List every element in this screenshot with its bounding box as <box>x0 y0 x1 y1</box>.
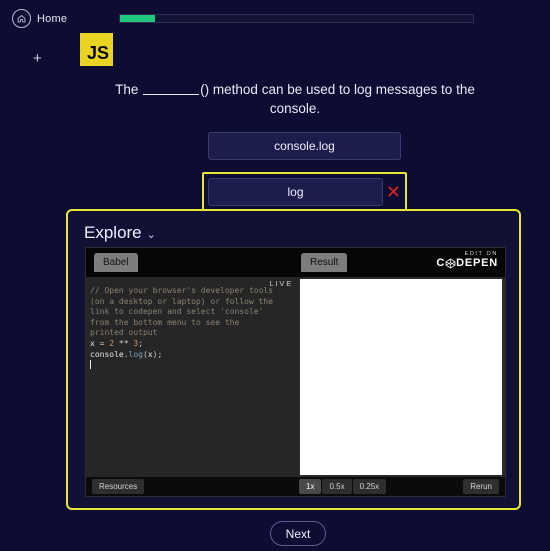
zoom-1x-button[interactable]: 1x <box>299 479 322 494</box>
home-circle-icon <box>12 9 31 28</box>
code-comment-line: // Open your browser's developer tools <box>90 286 274 295</box>
rerun-button[interactable]: Rerun <box>463 479 499 494</box>
home-link[interactable]: Home <box>12 9 67 28</box>
question-text-before: The <box>115 82 143 97</box>
chevron-down-icon: ⌄ <box>146 228 156 241</box>
code-comment-line: from the bottom menu to see the <box>90 317 240 327</box>
codepen-embed: Babel Result EDIT ON C DEPEN LIVE // Ope… <box>85 247 506 497</box>
explore-title-label: Explore <box>84 223 142 242</box>
code-method: log <box>128 349 143 359</box>
codepen-brand-right: DEPEN <box>456 257 498 269</box>
resources-button[interactable]: Resources <box>92 479 145 494</box>
codepen-body: LIVE // Open your browser's developer to… <box>86 277 505 477</box>
live-badge: LIVE <box>269 279 293 288</box>
add-button[interactable]: + <box>33 51 42 66</box>
answer-row[interactable]: console.log <box>202 126 407 166</box>
codepen-header: Babel Result EDIT ON C DEPEN <box>86 248 505 277</box>
zoom-0.25x-button[interactable]: 0.25x <box>352 479 387 494</box>
javascript-badge: JS <box>80 33 113 66</box>
codepen-logo: C DEPEN <box>436 257 498 269</box>
answer-option-1[interactable]: log <box>208 178 383 206</box>
code-operator: ** <box>114 338 134 348</box>
progress-bar-fill <box>120 15 156 22</box>
result-iframe[interactable] <box>300 279 502 475</box>
answer-row[interactable]: log ✕ <box>202 172 407 212</box>
wrong-answer-x-icon: ✕ <box>385 182 401 202</box>
question-blank <box>143 82 200 95</box>
next-button[interactable]: Next <box>270 521 326 546</box>
code-equals: = <box>94 338 110 348</box>
explore-panel: Explore ⌄ Babel Result EDIT ON C DEPEN L… <box>66 209 521 510</box>
question-text: The () method can be used to log message… <box>103 80 487 118</box>
codepen-brand-left: C <box>436 257 446 269</box>
code-semicolon: ; <box>157 349 163 359</box>
code-comment-line: printed output <box>90 328 158 338</box>
question-text-after: () method can be used to log messages to… <box>200 82 475 116</box>
result-preview-pane <box>299 277 505 477</box>
answer-option-0[interactable]: console.log <box>208 132 401 160</box>
top-bar: Home <box>0 0 550 34</box>
home-label: Home <box>37 12 68 25</box>
text-caret <box>90 360 91 370</box>
code-object: console <box>90 349 124 359</box>
zoom-level-group: 1x 0.5x 0.25x <box>299 479 387 494</box>
codepen-hex-icon <box>445 258 456 269</box>
progress-bar <box>119 14 474 23</box>
code-comment-line: link to codepen and select 'console' <box>90 307 264 317</box>
codepen-footer: Resources 1x 0.5x 0.25x Rerun <box>86 477 505 496</box>
quiz-app: Home + JS The () method can be used to l… <box>0 0 550 551</box>
edit-on-codepen-link[interactable]: EDIT ON C DEPEN <box>436 251 498 269</box>
tab-result[interactable]: Result <box>301 253 348 272</box>
zoom-0.5x-button[interactable]: 0.5x <box>322 479 352 494</box>
code-semicolon: ; <box>138 338 144 348</box>
code-editor[interactable]: LIVE // Open your browser's developer to… <box>86 277 299 477</box>
explore-toggle[interactable]: Explore ⌄ <box>84 223 156 243</box>
answer-list: console.log log ✕ <box>202 126 407 218</box>
code-content[interactable]: // Open your browser's developer tools (… <box>86 277 299 372</box>
tab-babel[interactable]: Babel <box>94 253 138 272</box>
code-comment-line: (on a desktop or laptop) or follow the <box>90 296 274 306</box>
